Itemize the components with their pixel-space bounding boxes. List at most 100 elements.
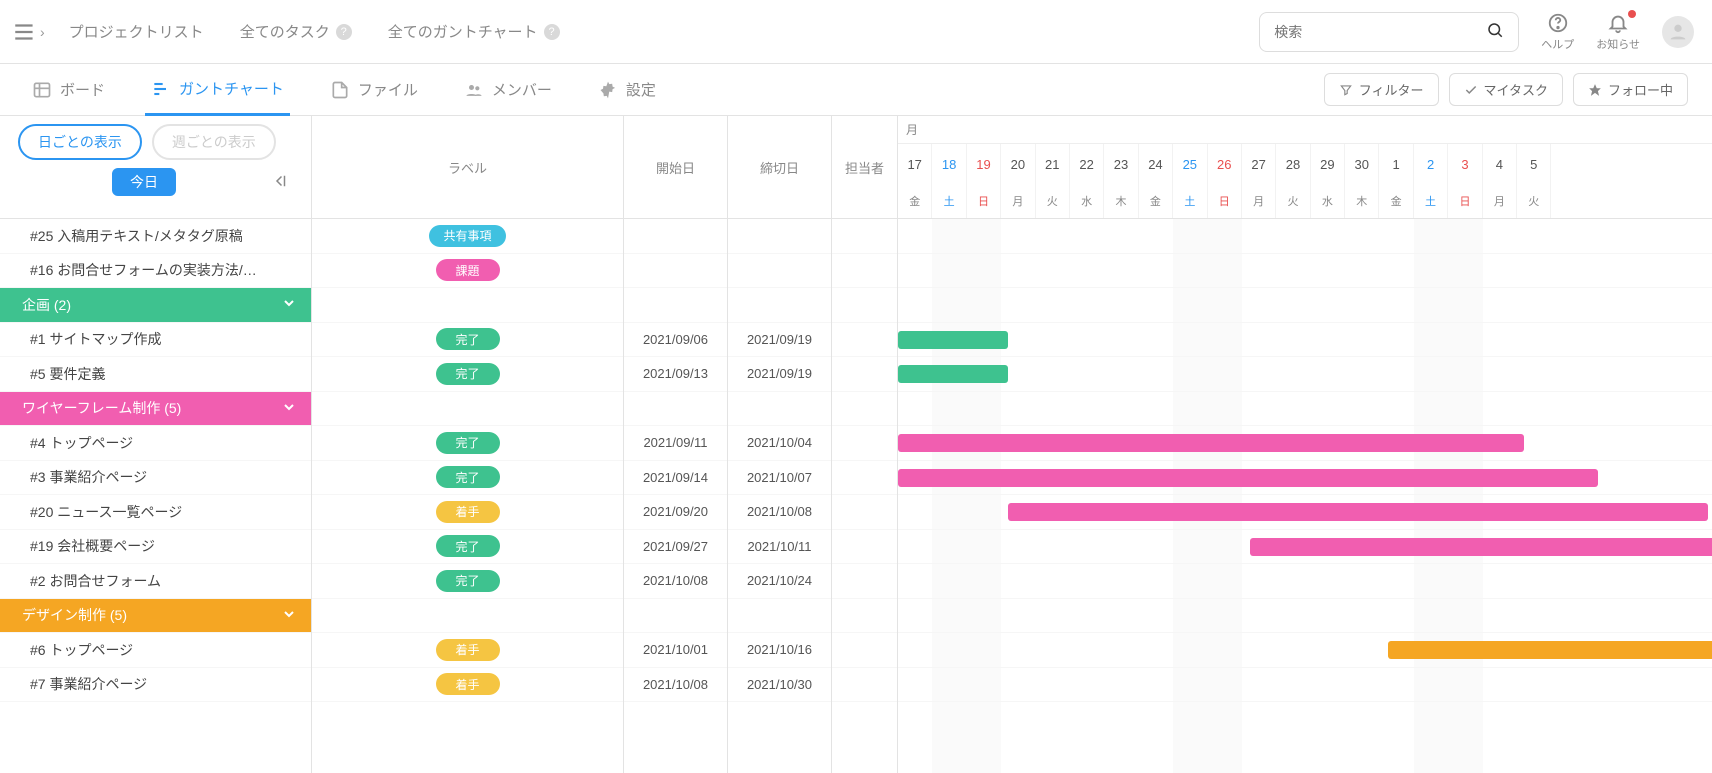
- group-row[interactable]: デザイン制作 (5): [0, 599, 311, 634]
- status-badge: 完了: [436, 570, 500, 592]
- task-row[interactable]: #4 トップページ: [0, 426, 311, 461]
- date-cell: 30: [1345, 144, 1379, 184]
- gantt-bar[interactable]: [1388, 641, 1712, 659]
- status-badge: 着手: [436, 639, 500, 661]
- date-cell: 22: [1070, 144, 1104, 184]
- tab-file-label: ファイル: [358, 79, 418, 100]
- dow-cell: 火: [1276, 184, 1310, 218]
- chevron-down-icon: [281, 295, 297, 314]
- assignee-cell: [832, 668, 897, 703]
- task-row[interactable]: #20 ニュース一覧ページ: [0, 495, 311, 530]
- date-cell: 28: [1276, 144, 1310, 184]
- gantt-bar[interactable]: [1008, 503, 1708, 521]
- collapse-sidebar-icon[interactable]: [271, 172, 289, 193]
- gantt-bar-row: [898, 426, 1712, 461]
- search-box[interactable]: [1259, 12, 1519, 52]
- gantt-bar-row: [898, 633, 1712, 668]
- task-row[interactable]: #5 要件定義: [0, 357, 311, 392]
- task-row[interactable]: #3 事業紹介ページ: [0, 461, 311, 496]
- search-input[interactable]: [1274, 24, 1486, 40]
- tab-board[interactable]: ボード: [26, 64, 111, 115]
- gantt-bar[interactable]: [898, 434, 1524, 452]
- link-all-tasks-label: 全てのタスク: [240, 21, 330, 42]
- follow-button[interactable]: フォロー中: [1573, 73, 1688, 106]
- filter-button[interactable]: フィルター: [1324, 73, 1439, 106]
- link-all-tasks[interactable]: 全てのタスク ?: [240, 21, 352, 42]
- gantt-bar-row: [898, 392, 1712, 427]
- week-mode-button[interactable]: 週ごとの表示: [152, 124, 276, 160]
- task-row[interactable]: #2 お問合せフォーム: [0, 564, 311, 599]
- due-date-cell: 2021/10/11: [728, 530, 831, 565]
- group-row[interactable]: 企画 (2): [0, 288, 311, 323]
- dow-cell: 土: [1414, 184, 1448, 218]
- avatar[interactable]: [1662, 16, 1694, 48]
- date-cell: 17: [898, 144, 932, 184]
- due-date-cell: 2021/09/19: [728, 357, 831, 392]
- col-assignee-header: 担当者: [832, 116, 897, 219]
- date-cell: 1: [1379, 144, 1413, 184]
- assignee-cell: [832, 633, 897, 668]
- tab-file[interactable]: ファイル: [324, 64, 424, 115]
- due-date-cell: [728, 254, 831, 289]
- assignee-cell: [832, 530, 897, 565]
- label-cell: [312, 599, 623, 634]
- tab-settings[interactable]: 設定: [592, 64, 662, 115]
- label-cell: 着手: [312, 633, 623, 668]
- breadcrumb-root[interactable]: プロジェクトリスト: [69, 21, 204, 42]
- dow-cell: 金: [1139, 184, 1173, 218]
- group-row[interactable]: ワイヤーフレーム制作 (5): [0, 392, 311, 427]
- task-row[interactable]: #1 サイトマップ作成: [0, 323, 311, 358]
- date-cell: 26: [1208, 144, 1242, 184]
- gantt-main: 日ごとの表示 週ごとの表示 今日 #25 入稿用テキスト/メタタグ原稿#16 お…: [0, 116, 1712, 773]
- gantt-bar[interactable]: [898, 331, 1008, 349]
- tab-gantt[interactable]: ガントチャート: [145, 65, 290, 116]
- dayofweek-row: 金土日月火水木金土日月火水木金土日月火: [898, 184, 1712, 219]
- status-badge: 共有事項: [429, 225, 505, 247]
- timeline-pane[interactable]: 月 171819202122232425262728293012345 金土日月…: [898, 116, 1712, 773]
- task-row[interactable]: #6 トップページ: [0, 633, 311, 668]
- status-badge: 完了: [436, 328, 500, 350]
- label-cell: 完了: [312, 426, 623, 461]
- task-row[interactable]: #25 入稿用テキスト/メタタグ原稿: [0, 219, 311, 254]
- due-date-cell: [728, 599, 831, 634]
- due-date-cell: [728, 288, 831, 323]
- task-row[interactable]: #16 お問合せフォームの実装方法/…: [0, 254, 311, 289]
- link-all-gantt-label: 全てのガントチャート: [388, 21, 538, 42]
- help-button[interactable]: ヘルプ: [1541, 12, 1574, 52]
- gantt-bar-row: [898, 219, 1712, 254]
- status-badge: 完了: [436, 535, 500, 557]
- help-badge-icon: ?: [544, 24, 560, 40]
- assignee-cell: [832, 323, 897, 358]
- date-cell: 18: [932, 144, 966, 184]
- gantt-bar-row: [898, 530, 1712, 565]
- dow-cell: 日: [967, 184, 1001, 218]
- label-cell: 完了: [312, 530, 623, 565]
- dow-cell: 月: [1001, 184, 1035, 218]
- task-row[interactable]: #19 会社概要ページ: [0, 530, 311, 565]
- day-mode-button[interactable]: 日ごとの表示: [18, 124, 142, 160]
- link-all-gantt[interactable]: 全てのガントチャート ?: [388, 21, 560, 42]
- hamburger-menu-icon[interactable]: ›: [12, 19, 45, 45]
- gantt-bar[interactable]: [1250, 538, 1712, 556]
- tab-board-label: ボード: [60, 79, 105, 100]
- today-button[interactable]: 今日: [112, 168, 176, 196]
- due-date-cell: 2021/10/24: [728, 564, 831, 599]
- chevron-down-icon: [281, 399, 297, 418]
- status-badge: 着手: [436, 673, 500, 695]
- tab-member-label: メンバー: [492, 79, 552, 100]
- gantt-bar-row: [898, 599, 1712, 634]
- gantt-bar-row: [898, 254, 1712, 289]
- task-row[interactable]: #7 事業紹介ページ: [0, 668, 311, 703]
- gantt-bar[interactable]: [898, 469, 1598, 487]
- follow-label: フォロー中: [1608, 80, 1673, 99]
- dow-cell: 日: [1208, 184, 1242, 218]
- start-date-cell: [624, 254, 727, 289]
- start-date-cell: [624, 599, 727, 634]
- project-tabs-bar: ボード ガントチャート ファイル メンバー 設定 フィルター マイタスク フォロ…: [0, 64, 1712, 116]
- mytask-button[interactable]: マイタスク: [1449, 73, 1563, 106]
- gantt-bar[interactable]: [898, 365, 1008, 383]
- notification-button[interactable]: お知らせ: [1596, 12, 1640, 52]
- tab-member[interactable]: メンバー: [458, 64, 558, 115]
- gantt-bar-row: [898, 357, 1712, 392]
- assignee-cell: [832, 564, 897, 599]
